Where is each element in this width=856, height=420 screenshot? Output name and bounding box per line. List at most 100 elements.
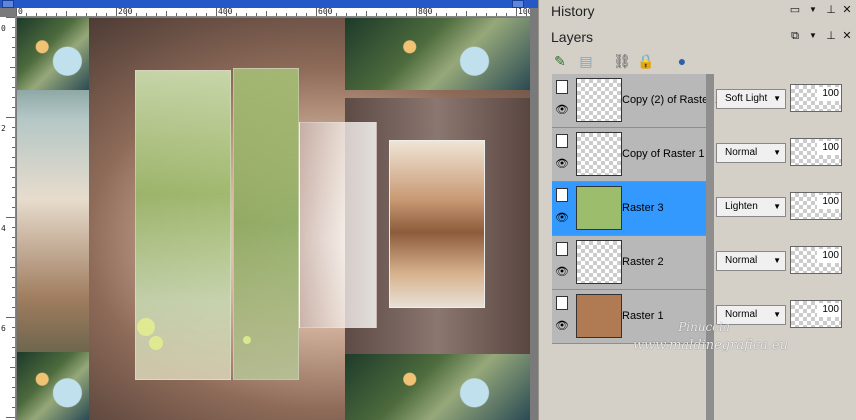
ruler-tick (12, 207, 15, 208)
blend-mode-select[interactable]: Soft Light ▼ (716, 89, 786, 109)
layers-title: Layers (551, 29, 594, 45)
ruler-tick (12, 97, 15, 98)
ruler-tick (12, 197, 15, 198)
dropdown-arrow-icon: ▼ (773, 94, 781, 103)
ruler-tick (12, 127, 15, 128)
ruler-tick (326, 13, 327, 16)
ruler-tick (10, 167, 15, 168)
eye-icon[interactable]: 👁 (554, 158, 570, 170)
layers-palette-header[interactable]: Layers ⧉ ▼ ⊥ ✕ (545, 26, 853, 48)
mask-icon[interactable]: ● (673, 52, 691, 70)
dropdown-arrow-icon: ▼ (773, 310, 781, 319)
close-icon[interactable]: ✕ (841, 30, 853, 42)
ruler-tick (266, 11, 267, 16)
horizontal-ruler: 0 200 400 600 800 1000 (16, 8, 530, 17)
bokeh-light (149, 336, 163, 350)
opacity-control[interactable]: 100 (790, 300, 842, 328)
ruler-tick (6, 417, 15, 418)
center-panel (299, 122, 377, 328)
link-icon[interactable]: ⛓ (613, 52, 631, 70)
layer-row-copy-raster-1[interactable]: 👁 Copy of Raster 1 (552, 128, 706, 182)
ruler-tick (12, 387, 15, 388)
ruler-tick (36, 13, 37, 16)
scroll-left-button[interactable] (2, 0, 14, 8)
scroll-right-button[interactable] (512, 0, 524, 8)
ruler-tick (506, 13, 507, 16)
ruler-tick (96, 13, 97, 16)
ruler-tick (156, 13, 157, 16)
ruler-tick (12, 227, 15, 228)
layer-row-raster-3[interactable]: 👁 Raster 3 (552, 182, 706, 236)
opacity-value[interactable]: 100 (817, 195, 841, 209)
blend-mode-value: Lighten (725, 201, 758, 212)
ruler-tick (12, 47, 15, 48)
opacity-value[interactable]: 100 (817, 141, 841, 155)
dropdown-arrow-icon[interactable]: ▼ (807, 30, 819, 42)
ruler-tick (496, 13, 497, 16)
ruler-tick (216, 8, 217, 16)
layer-row-raster-1[interactable]: 👁 Raster 1 (552, 290, 706, 344)
ruler-tick (12, 297, 15, 298)
ruler-tick (376, 13, 377, 16)
pin-icon[interactable]: ⊥ (825, 30, 837, 42)
ruler-tick (306, 13, 307, 16)
edit-layer-icon[interactable]: ✎ (551, 52, 569, 70)
opacity-control[interactable]: 100 (790, 84, 842, 112)
ruler-tick (286, 13, 287, 16)
ruler-tick (446, 13, 447, 16)
dropdown-arrow-icon[interactable]: ▼ (807, 4, 819, 16)
ruler-tick (12, 377, 15, 378)
opacity-control[interactable]: 100 (790, 138, 842, 166)
pin-icon[interactable]: ⊥ (825, 4, 837, 16)
float-icon[interactable]: ⧉ (789, 30, 801, 42)
canvas-window[interactable]: 0 200 400 600 800 1000 0 2 4 6 (0, 0, 538, 420)
ruler-tick (6, 17, 15, 18)
canvas-image[interactable] (17, 18, 530, 420)
ruler-tick (26, 13, 27, 16)
horizontal-scrollbar[interactable] (0, 0, 538, 8)
layer-row-raster-2[interactable]: 👁 Raster 2 (552, 236, 706, 290)
ruler-tick (456, 13, 457, 16)
ruler-tick (76, 13, 77, 16)
blend-mode-select[interactable]: Normal ▼ (716, 143, 786, 163)
opacity-value[interactable]: 100 (817, 87, 841, 101)
ruler-tick (86, 13, 87, 16)
dropdown-arrow-icon: ▼ (773, 148, 781, 157)
blend-mode-value: Soft Light (725, 93, 768, 104)
lock-icon[interactable]: 🔒 (637, 52, 655, 70)
ruler-tick (10, 367, 15, 368)
opacity-value[interactable]: 100 (817, 249, 841, 263)
new-layer-icon[interactable]: ▤ (577, 52, 595, 70)
copper-panel (389, 140, 485, 308)
blend-mode-select[interactable]: Lighten ▼ (716, 197, 786, 217)
ruler-tick (146, 13, 147, 16)
bokeh-light (243, 336, 251, 344)
ruler-label: 0 (1, 24, 6, 33)
blend-mode-select[interactable]: Normal ▼ (716, 251, 786, 271)
ruler-tick (276, 13, 277, 16)
ruler-tick (12, 237, 15, 238)
minimize-icon[interactable]: ▭ (789, 4, 801, 16)
layer-thumbnail (576, 78, 622, 122)
eye-icon[interactable]: 👁 (554, 104, 570, 116)
ruler-tick (12, 397, 15, 398)
eye-icon[interactable]: 👁 (554, 266, 570, 278)
ruler-tick (6, 317, 15, 318)
eye-icon[interactable]: 👁 (554, 212, 570, 224)
ruler-tick (12, 347, 15, 348)
ruler-tick (12, 407, 15, 408)
eye-icon[interactable]: 👁 (554, 320, 570, 332)
blend-mode-value: Normal (725, 255, 758, 266)
layer-row-copy-2-raster-1[interactable]: 👁 Copy (2) of Raster 1 (552, 74, 721, 128)
layers-splitter[interactable] (706, 74, 714, 420)
close-icon[interactable]: ✕ (841, 4, 853, 16)
bokeh-light (137, 318, 155, 336)
ruler-tick (226, 13, 227, 16)
opacity-control[interactable]: 100 (790, 246, 842, 274)
ruler-label: 4 (1, 224, 6, 233)
ruler-tick (12, 257, 15, 258)
opacity-control[interactable]: 100 (790, 192, 842, 220)
ruler-tick (296, 13, 297, 16)
opacity-value[interactable]: 100 (817, 303, 841, 317)
history-palette-header[interactable]: History ▭ ▼ ⊥ ✕ (545, 0, 853, 22)
